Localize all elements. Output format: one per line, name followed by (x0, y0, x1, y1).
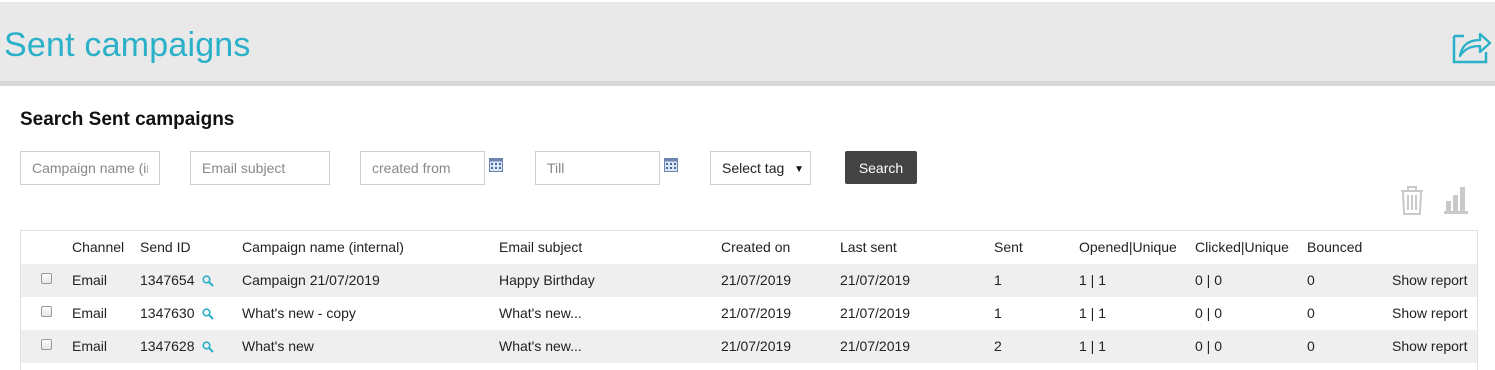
tag-select-value: Select tag (722, 160, 785, 176)
column-header-bounced[interactable]: Bounced (1307, 239, 1362, 255)
table-header-row: Channel Send ID Campaign name (internal)… (21, 231, 1477, 264)
send-id-cell: 1347630 (140, 305, 195, 321)
dropdown-caret-icon: ▼ (794, 164, 804, 175)
send-id-cell: 1347654 (140, 272, 195, 288)
channel-cell: Email (72, 305, 108, 321)
show-report-link[interactable]: Show report (1392, 338, 1467, 354)
channel-cell: Email (72, 338, 108, 354)
calendar-icon[interactable] (489, 158, 503, 172)
clicked-cell: 0 | 0 (1195, 272, 1222, 288)
campaign-name-cell: What's new (242, 338, 314, 354)
created-from-input[interactable] (360, 151, 485, 185)
campaign-name-cell: Campaign 21/07/2019 (242, 272, 380, 288)
page-header: Sent campaigns (0, 0, 1495, 86)
column-header-campaign-name[interactable]: Campaign name (internal) (242, 239, 404, 255)
till-date-input[interactable] (535, 151, 660, 185)
opened-cell: 1 | 1 (1079, 338, 1106, 354)
column-header-opened[interactable]: Opened|Unique (1079, 239, 1177, 255)
column-header-send-id[interactable]: Send ID (140, 239, 191, 255)
last-sent-cell: 21/07/2019 (840, 272, 911, 288)
clicked-cell: 0 | 0 (1195, 338, 1222, 354)
email-subject-cell: What's new... (499, 338, 582, 354)
magnifier-icon[interactable] (202, 341, 214, 353)
campaign-name-cell: What's new - copy (242, 305, 356, 321)
column-header-last-sent[interactable]: Last sent (840, 239, 897, 255)
last-sent-cell: 21/07/2019 (840, 305, 911, 321)
bounced-cell: 0 (1307, 338, 1315, 354)
campaign-name-input[interactable] (20, 151, 160, 185)
bar-chart-icon[interactable] (1444, 185, 1468, 215)
channel-cell: Email (72, 272, 108, 288)
magnifier-icon[interactable] (202, 308, 214, 320)
column-header-clicked[interactable]: Clicked|Unique (1195, 239, 1289, 255)
trash-icon[interactable] (1398, 185, 1426, 215)
calendar-icon[interactable] (664, 158, 678, 172)
table-row: Email 1347628 What's new What's new... 2… (21, 330, 1477, 363)
email-subject-cell: What's new... (499, 305, 582, 321)
search-button[interactable]: Search (845, 151, 917, 184)
opened-cell: 1 | 1 (1079, 272, 1106, 288)
campaigns-table: Channel Send ID Campaign name (internal)… (20, 230, 1478, 370)
created-on-cell: 21/07/2019 (721, 338, 792, 354)
sent-cell: 1 (994, 305, 1002, 321)
show-report-link[interactable]: Show report (1392, 305, 1467, 321)
column-header-sent[interactable]: Sent (994, 239, 1023, 255)
table-row: Email 1347654 Campaign 21/07/2019 Happy … (21, 264, 1477, 297)
row-checkbox[interactable] (41, 306, 52, 317)
column-header-channel[interactable]: Channel (72, 239, 124, 255)
column-header-email-subject[interactable]: Email subject (499, 239, 582, 255)
export-share-icon[interactable] (1450, 26, 1492, 66)
opened-cell: 1 | 1 (1079, 305, 1106, 321)
created-on-cell: 21/07/2019 (721, 305, 792, 321)
sent-cell: 2 (994, 338, 1002, 354)
tag-select[interactable]: Select tag ▼ (710, 151, 811, 185)
sent-cell: 1 (994, 272, 1002, 288)
created-on-cell: 21/07/2019 (721, 272, 792, 288)
row-checkbox[interactable] (41, 273, 52, 284)
email-subject-cell: Happy Birthday (499, 272, 595, 288)
column-header-created-on[interactable]: Created on (721, 239, 790, 255)
page-title: Sent campaigns (4, 26, 251, 64)
table-row: Email 1347630 What's new - copy What's n… (21, 297, 1477, 330)
bounced-cell: 0 (1307, 272, 1315, 288)
send-id-cell: 1347628 (140, 338, 195, 354)
bounced-cell: 0 (1307, 305, 1315, 321)
search-section-title: Search Sent campaigns (20, 109, 235, 130)
last-sent-cell: 21/07/2019 (840, 338, 911, 354)
row-checkbox[interactable] (41, 339, 52, 350)
magnifier-icon[interactable] (202, 275, 214, 287)
email-subject-input[interactable] (190, 151, 330, 185)
clicked-cell: 0 | 0 (1195, 305, 1222, 321)
show-report-link[interactable]: Show report (1392, 272, 1467, 288)
